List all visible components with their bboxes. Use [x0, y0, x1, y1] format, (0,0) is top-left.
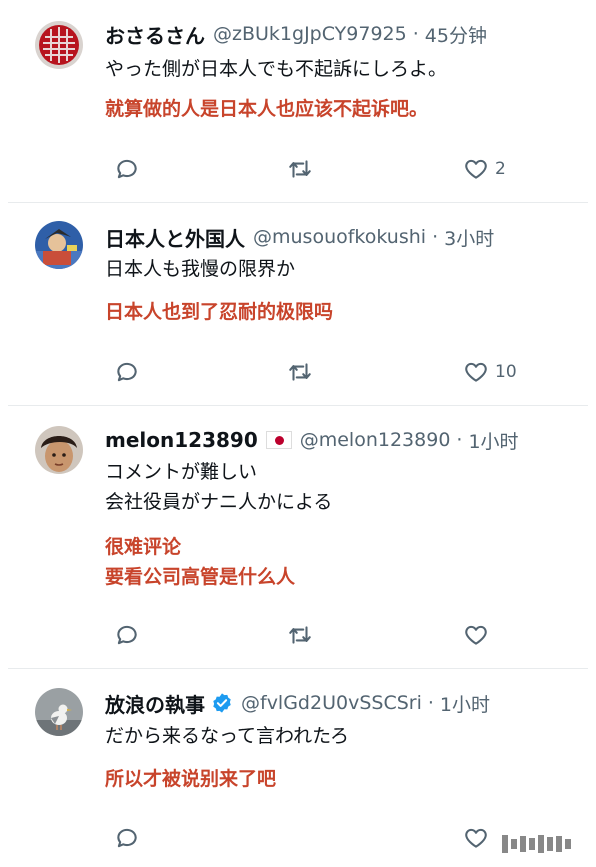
- retweet-button[interactable]: [287, 357, 313, 387]
- display-name[interactable]: おさるさん: [105, 20, 205, 49]
- heart-icon: [465, 159, 487, 179]
- tweet-actions: 10: [105, 357, 588, 387]
- separator: ·: [432, 226, 439, 248]
- display-name[interactable]: 日本人と外国人: [105, 223, 245, 252]
- user-handle[interactable]: @fvlGd2U0vSSCSri: [241, 692, 422, 714]
- translation-line: 所以才被说别来了吧: [105, 768, 277, 790]
- timestamp[interactable]: 3小时: [444, 224, 494, 251]
- separator: ·: [427, 692, 434, 714]
- watermark: [502, 831, 582, 857]
- tweet-text-line: やった側が日本人でも不起訴にしろよ。: [105, 58, 448, 80]
- user-handle[interactable]: @melon123890: [300, 429, 451, 451]
- retweet-button[interactable]: [287, 620, 313, 650]
- heart-icon: [465, 362, 487, 382]
- timestamp[interactable]: 1小时: [468, 427, 518, 454]
- tweet-text: コメントが難しい 会社役員がナニ人かによる: [105, 457, 580, 517]
- translation-line: 就算做的人是日本人也应该不起诉吧。: [105, 98, 429, 120]
- japan-flag-icon: [265, 431, 292, 449]
- tweet-1[interactable]: おさるさん @zBUk1gJpCY97925 · 45分钟 やった側が日本人でも…: [8, 0, 588, 203]
- verified-badge-icon: [213, 693, 231, 713]
- display-name[interactable]: 放浪の執事: [105, 689, 205, 718]
- tweet-2[interactable]: 日本人と外国人 @musouofkokushi · 3小时 日本人も我慢の限界か…: [8, 203, 588, 406]
- user-handle[interactable]: @zBUk1gJpCY97925: [213, 23, 407, 45]
- translation-text: 很难评论 要看公司高管是什么人: [105, 532, 580, 592]
- tweet-text-line: だから来るなって言われたろ: [105, 725, 349, 747]
- tweet-text: やった側が日本人でも不起訴にしろよ。: [105, 54, 580, 84]
- reply-icon: [117, 828, 137, 848]
- separator: ·: [412, 23, 419, 45]
- tweet-text-line: コメントが難しい: [105, 461, 258, 483]
- heart-icon: [465, 828, 487, 848]
- tweet-actions: [105, 620, 588, 650]
- heart-icon: [465, 625, 487, 645]
- like-button[interactable]: 10: [463, 357, 517, 387]
- tweet-4[interactable]: 放浪の執事 @fvlGd2U0vSSCSri · 1小时 だから来るなって言われ…: [8, 669, 588, 867]
- reply-button[interactable]: [114, 357, 140, 387]
- retweet-button[interactable]: [287, 154, 313, 184]
- like-button[interactable]: 2: [463, 154, 506, 184]
- like-button[interactable]: [463, 823, 489, 853]
- reply-icon: [117, 362, 137, 382]
- timestamp[interactable]: 1小时: [440, 690, 490, 717]
- translation-line: 要看公司高管是什么人: [105, 566, 296, 588]
- tweet-text-line: 会社役員がナニ人かによる: [105, 491, 333, 513]
- translation-line: 日本人也到了忍耐的极限吗: [105, 301, 334, 323]
- avatar[interactable]: [35, 426, 83, 474]
- tweet-text: 日本人も我慢の限界か: [105, 254, 580, 284]
- avatar[interactable]: [35, 221, 83, 269]
- tweet-text-line: 日本人も我慢の限界か: [105, 258, 296, 280]
- translation-text: 日本人也到了忍耐的极限吗: [105, 297, 580, 327]
- translation-text: 就算做的人是日本人也应该不起诉吧。: [105, 94, 580, 124]
- retweet-icon: [289, 626, 311, 644]
- tweet-text: だから来るなって言われたろ: [105, 721, 580, 751]
- reply-button[interactable]: [114, 154, 140, 184]
- tweet-3[interactable]: melon123890 @melon123890 · 1小时 コメントが難しい …: [8, 406, 588, 669]
- avatar[interactable]: [35, 688, 83, 736]
- retweet-icon: [289, 363, 311, 381]
- user-handle[interactable]: @musouofkokushi: [253, 226, 426, 248]
- reply-icon: [117, 159, 137, 179]
- reply-icon: [117, 625, 137, 645]
- like-count: 2: [495, 159, 506, 179]
- translation-line: 很难评论: [105, 536, 182, 558]
- timestamp[interactable]: 45分钟: [425, 21, 487, 48]
- like-button[interactable]: [463, 620, 495, 650]
- reply-button[interactable]: [114, 620, 140, 650]
- reply-button[interactable]: [114, 823, 140, 853]
- translation-text: 所以才被说别来了吧: [105, 764, 580, 794]
- retweet-icon: [289, 160, 311, 178]
- like-count: 10: [495, 362, 517, 382]
- tweet-actions: 2: [105, 154, 588, 184]
- avatar[interactable]: [35, 21, 83, 69]
- display-name[interactable]: melon123890: [105, 428, 258, 452]
- separator: ·: [456, 429, 463, 451]
